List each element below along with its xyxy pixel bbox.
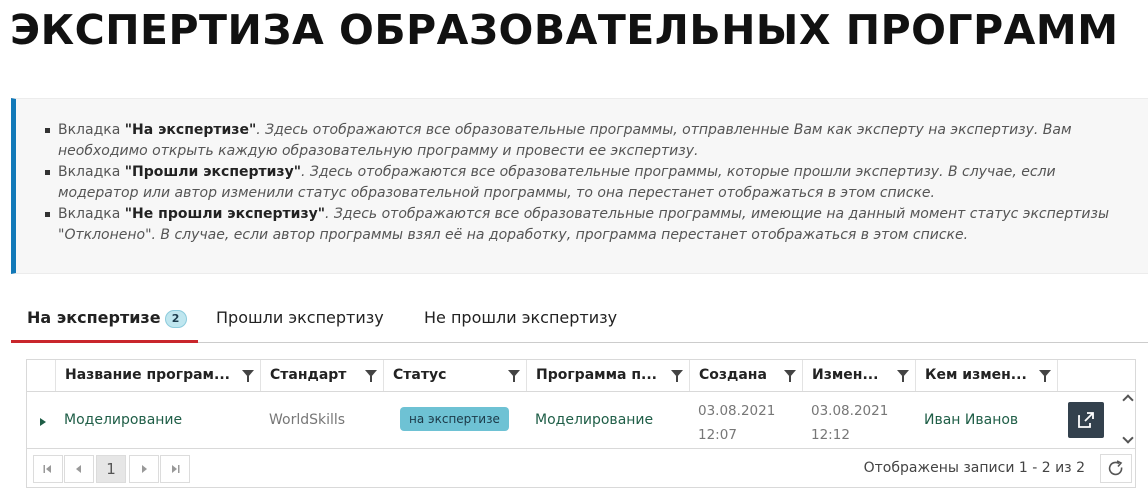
last-page-icon <box>172 465 180 473</box>
tab-passed[interactable]: Прошли экспертизу <box>216 300 384 342</box>
column-title: Статус <box>393 367 447 383</box>
cell-standard: WorldSkills <box>269 412 346 428</box>
grid-pager: 1 Отображены записи 1 - 2 из 2 <box>27 448 1135 487</box>
column-header-program[interactable]: Программа п... <box>526 360 689 391</box>
tab-label: На экспертизе <box>27 308 161 327</box>
info-prefix: Вкладка <box>58 122 125 138</box>
pager-summary: Отображены записи 1 - 2 из 2 <box>863 460 1085 476</box>
triangle-right-icon[interactable] <box>40 418 46 426</box>
cell-status: на экспертизе <box>383 392 526 448</box>
info-item-in-review: Вкладка "На экспертизе". Здесь отображаю… <box>44 120 1134 162</box>
column-header-modified-by[interactable]: Кем измен... <box>915 360 1057 391</box>
column-title: Название програм... <box>65 367 230 383</box>
grid-header: Название програм... Стандарт Статус Прог… <box>27 360 1135 392</box>
column-title: Создана <box>699 367 767 383</box>
info-box: Вкладка "На экспертизе". Здесь отображаю… <box>11 98 1148 274</box>
column-header-created[interactable]: Создана <box>689 360 802 391</box>
filter-icon[interactable] <box>897 370 909 382</box>
tab-bar: На экспертизе 2 Прошли экспертизу Не прош… <box>11 300 1148 343</box>
vertical-scrollbar[interactable] <box>1121 392 1135 448</box>
info-tab-name: "На экспертизе" <box>124 122 257 138</box>
tab-count-badge: 2 <box>164 310 187 328</box>
external-link-icon <box>1078 412 1094 428</box>
column-header-name[interactable]: Название програм... <box>55 360 260 391</box>
cell-modified: 03.08.2021 12:12 <box>802 392 915 448</box>
last-page-button[interactable] <box>160 455 190 483</box>
tab-failed[interactable]: Не прошли экспертизу <box>424 300 617 342</box>
cell-modified-by[interactable]: Иван Иванов <box>915 392 1057 448</box>
prev-page-icon <box>76 465 81 473</box>
next-page-button[interactable] <box>129 455 159 483</box>
tab-label: Прошли экспертизу <box>216 308 384 327</box>
info-list: Вкладка "На экспертизе". Здесь отображаю… <box>44 120 1134 246</box>
column-title: Измен... <box>812 367 879 383</box>
first-page-button[interactable] <box>33 455 63 483</box>
page-title: ЭКСПЕРТИЗА ОБРАЗОВАТЕЛЬНЫХ ПРОГРАММ <box>10 6 1119 54</box>
filter-icon[interactable] <box>365 370 377 382</box>
filter-icon[interactable] <box>508 370 520 382</box>
first-page-icon <box>43 465 51 473</box>
created-time: 12:07 <box>698 427 737 443</box>
column-title: Кем измен... <box>925 367 1027 383</box>
scroll-down-icon[interactable] <box>1122 432 1134 444</box>
column-title: Стандарт <box>270 367 347 383</box>
info-prefix: Вкладка <box>58 206 125 222</box>
info-tab-name: "Прошли экспертизу" <box>124 164 301 180</box>
tab-label: Не прошли экспертизу <box>424 308 618 327</box>
cell-created: 03.08.2021 12:07 <box>689 392 802 448</box>
next-page-icon <box>142 465 147 473</box>
refresh-button[interactable] <box>1100 454 1132 483</box>
open-program-button[interactable] <box>1068 402 1104 438</box>
filter-icon[interactable] <box>1039 370 1051 382</box>
column-title: Программа п... <box>536 367 657 383</box>
prev-page-button[interactable] <box>64 455 94 483</box>
cell-name[interactable]: Моделирование <box>55 392 260 448</box>
scroll-up-icon[interactable] <box>1122 394 1134 406</box>
tab-in-review[interactable]: На экспертизе 2 <box>11 300 198 343</box>
page-number-button[interactable]: 1 <box>96 455 126 483</box>
info-item-passed: Вкладка "Прошли экспертизу". Здесь отобр… <box>44 162 1134 204</box>
column-header-actions <box>1057 360 1135 391</box>
programs-grid: Название програм... Стандарт Статус Прог… <box>26 359 1136 488</box>
column-header-status[interactable]: Статус <box>383 360 526 391</box>
created-date: 03.08.2021 <box>698 403 776 419</box>
status-badge: на экспертизе <box>400 407 509 431</box>
modified-time: 12:12 <box>811 427 850 443</box>
info-item-failed: Вкладка "Не прошли экспертизу". Здесь от… <box>44 204 1134 246</box>
filter-icon[interactable] <box>671 370 683 382</box>
cell-program[interactable]: Моделирование <box>526 392 689 448</box>
row-expander[interactable] <box>27 392 55 448</box>
refresh-icon <box>1108 460 1123 476</box>
filter-icon[interactable] <box>784 370 796 382</box>
filter-icon[interactable] <box>242 370 254 382</box>
column-header-modified[interactable]: Измен... <box>802 360 915 391</box>
info-prefix: Вкладка <box>58 164 125 180</box>
info-tab-name: "Не прошли экспертизу" <box>124 206 326 222</box>
column-header-standard[interactable]: Стандарт <box>260 360 383 391</box>
table-row: Моделирование WorldSkills на экспертизе … <box>27 392 1135 448</box>
modified-date: 03.08.2021 <box>811 403 889 419</box>
